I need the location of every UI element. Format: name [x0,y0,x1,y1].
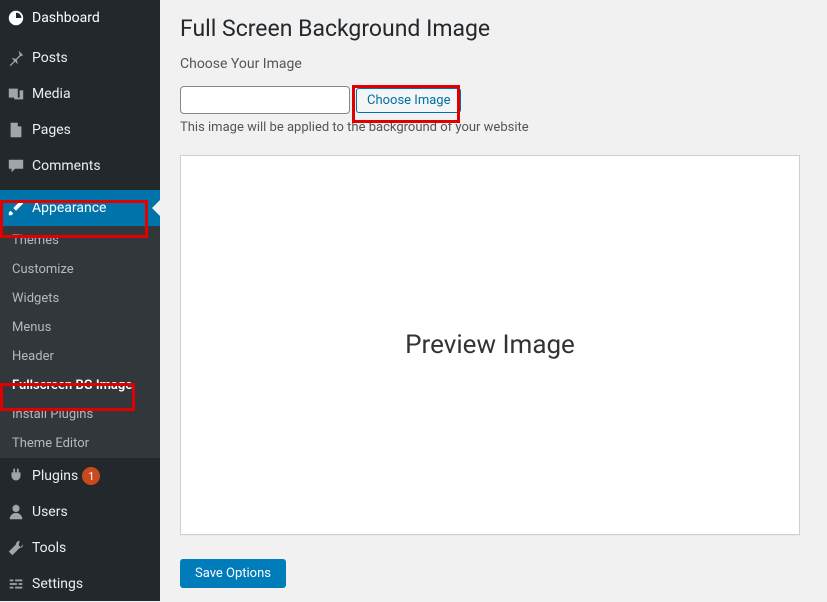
brush-icon [6,198,26,218]
page-title: Full Screen Background Image [180,15,807,42]
pin-icon [6,48,26,68]
submenu-menus[interactable]: Menus [0,313,160,342]
sidebar-item-label: Dashboard [32,10,100,26]
choose-image-label: Choose Your Image [180,56,807,72]
sidebar-item-tools[interactable]: Tools [0,530,160,566]
user-icon [6,502,26,522]
sidebar-item-label: Plugins [32,468,78,484]
dashboard-icon [6,8,26,28]
submenu-widgets[interactable]: Widgets [0,284,160,313]
admin-sidebar: Dashboard Posts Media Pages Comments App… [0,0,160,601]
save-options-button[interactable]: Save Options [180,559,286,588]
preview-placeholder-text: Preview Image [405,330,575,360]
sidebar-item-media[interactable]: Media [0,76,160,112]
sidebar-item-label: Appearance [32,200,106,216]
sliders-icon [6,574,26,594]
image-path-input[interactable] [180,86,350,114]
comment-icon [6,156,26,176]
submenu-fullscreen-bg[interactable]: Fullscreen BG Image [0,371,160,400]
sidebar-item-label: Posts [32,50,68,66]
sidebar-item-dashboard[interactable]: Dashboard [0,0,160,36]
choose-image-button[interactable]: Choose Image [356,88,461,113]
sidebar-item-label: Tools [32,540,66,556]
media-icon [6,84,26,104]
submenu-themes[interactable]: Themes [0,226,160,255]
submenu-theme-editor[interactable]: Theme Editor [0,429,160,458]
sidebar-item-appearance[interactable]: Appearance [0,190,160,226]
image-chooser-row: Choose Image This image will be applied … [180,86,807,135]
sidebar-item-pages[interactable]: Pages [0,112,160,148]
page-icon [6,120,26,140]
wrench-icon [6,538,26,558]
plugins-update-badge: 1 [82,467,100,485]
main-content: Full Screen Background Image Choose Your… [160,0,827,601]
sidebar-item-users[interactable]: Users [0,494,160,530]
sidebar-item-label: Settings [32,576,83,592]
submenu-header[interactable]: Header [0,342,160,371]
sidebar-item-label: Pages [32,122,71,138]
help-text: This image will be applied to the backgr… [180,120,529,135]
sidebar-item-label: Users [32,504,68,520]
preview-box: Preview Image [180,155,800,535]
plug-icon [6,466,26,486]
sidebar-item-plugins[interactable]: Plugins 1 [0,458,160,494]
sidebar-item-label: Media [32,86,71,102]
sidebar-item-settings[interactable]: Settings [0,566,160,602]
submenu-install-plugins[interactable]: Install Plugins [0,400,160,429]
submenu-customize[interactable]: Customize [0,255,160,284]
sidebar-item-label: Comments [32,158,101,174]
sidebar-item-posts[interactable]: Posts [0,40,160,76]
sidebar-item-comments[interactable]: Comments [0,148,160,184]
appearance-submenu: Themes Customize Widgets Menus Header Fu… [0,226,160,458]
